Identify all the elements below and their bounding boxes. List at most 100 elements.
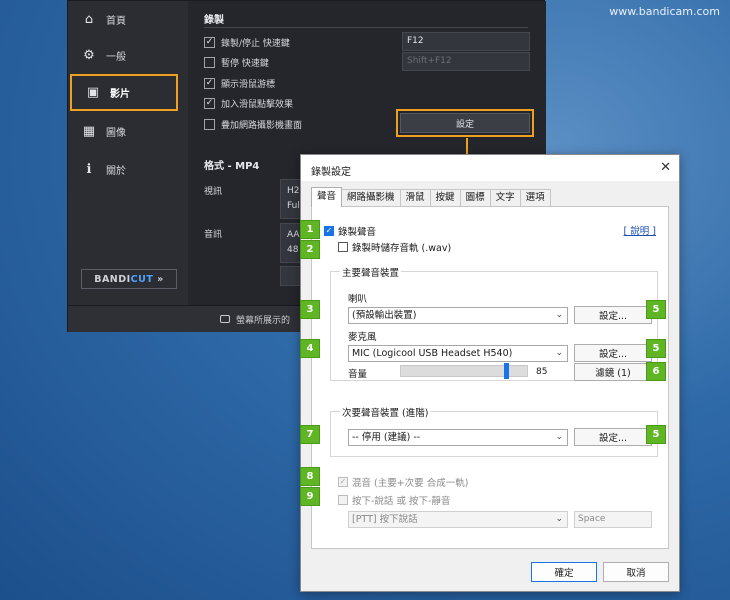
tab-audio[interactable]: 聲音 xyxy=(311,187,343,207)
primary-device-label: 主要聲音裝置 xyxy=(340,265,402,279)
tab-mouse[interactable]: 滑鼠 xyxy=(399,189,431,207)
checkbox[interactable] xyxy=(204,57,215,68)
home-icon: ⌂ xyxy=(84,11,94,27)
divider xyxy=(204,27,528,28)
sidebar-item-home[interactable]: ⌂ 首頁 xyxy=(68,1,180,37)
tab-options[interactable]: 選項 xyxy=(519,189,551,207)
sidebar-item-video[interactable]: ▣ 影片 xyxy=(70,74,178,111)
dialog-title: 錄製設定 xyxy=(311,167,351,178)
option-label: 加入滑鼠點擊效果 xyxy=(221,100,294,110)
option-label: 疊加網路攝影機畫面 xyxy=(221,121,303,131)
volume-slider-thumb[interactable] xyxy=(503,363,509,379)
chevron-down-icon: ⌄ xyxy=(555,514,563,524)
checkbox[interactable]: ✓ xyxy=(204,98,215,109)
record-section-title: 錄製 xyxy=(204,15,224,26)
sidebar-item-general[interactable]: ⚙ 一般 xyxy=(68,37,180,73)
ptt-hotkey-field[interactable]: Space xyxy=(574,511,652,528)
dialog-tabs: 聲音 網路攝影機 滑鼠 按鍵 圖標 文字 選項 xyxy=(311,187,551,207)
secondary-device-label: 次要聲音裝置 (進階) xyxy=(340,405,431,419)
audio-tab-panel: ✓ 錄製聲音 [ 說明 ] 錄製時儲存音軌 (.wav) 主要聲音裝置 喇叭 (… xyxy=(311,206,669,549)
option-label: 暫停 快速鍵 xyxy=(221,59,269,69)
pause-hotkey-field[interactable]: Shift+F12 xyxy=(402,52,530,71)
sidebar-item-about[interactable]: ℹ 關於 xyxy=(68,151,180,187)
ok-button[interactable]: 確定 xyxy=(531,562,597,582)
record-stop-hotkey-option[interactable]: ✓ 錄製/停止 快速鍵 xyxy=(204,36,290,49)
secondary-value: -- 停用 (建議) -- xyxy=(352,432,421,443)
sidebar-item-label: 關於 xyxy=(106,165,126,177)
tab-keys[interactable]: 按鍵 xyxy=(429,189,461,207)
help-link[interactable]: [ 說明 ] xyxy=(624,223,656,237)
checkbox[interactable]: ✓ xyxy=(204,37,215,48)
secondary-settings-button[interactable]: 設定... xyxy=(574,428,652,446)
mic-value: MIC (Logicool USB Headset H540) xyxy=(352,348,513,359)
record-hotkey-field[interactable]: F12 xyxy=(402,32,530,51)
volume-label: 音量 xyxy=(348,369,368,380)
badge-7: 7 xyxy=(300,425,320,444)
badge-5: 5 xyxy=(646,300,666,319)
sidebar-item-label: 影片 xyxy=(110,89,130,100)
tab-webcam[interactable]: 網路攝影機 xyxy=(341,189,401,207)
checkbox-checked[interactable]: ✓ xyxy=(324,226,334,236)
filter-button[interactable]: 濾鏡 (1) xyxy=(574,363,652,381)
sidebar-item-label: 圖像 xyxy=(106,127,126,139)
checkbox[interactable]: ✓ xyxy=(204,78,215,89)
checkbox[interactable] xyxy=(204,119,215,130)
bandicut-prefix: BANDI xyxy=(94,273,131,285)
footer-text: 螢幕所展示的 xyxy=(236,315,291,326)
chat-icon xyxy=(220,315,230,323)
mic-select[interactable]: MIC (Logicool USB Headset H540) ⌄ xyxy=(348,345,568,362)
webcam-overlay-option[interactable]: 疊加網路攝影機畫面 xyxy=(204,118,302,131)
badge-1: 1 xyxy=(300,220,320,239)
mic-settings-button[interactable]: 設定... xyxy=(574,344,652,362)
badge-2: 2 xyxy=(300,240,320,259)
chevron-down-icon: ⌄ xyxy=(555,348,563,358)
video-label: 視訊 xyxy=(204,187,223,197)
tab-text[interactable]: 文字 xyxy=(489,189,521,207)
record-audio-checkbox[interactable]: ✓ 錄製聲音 xyxy=(324,224,376,238)
pause-hotkey-option[interactable]: 暫停 快速鍵 xyxy=(204,56,269,69)
volume-value: 85 xyxy=(536,367,548,377)
ptt-checkbox[interactable]: 按下-說話 或 按下-靜音 xyxy=(338,493,450,507)
ptt-mode-select[interactable]: [PTT] 按下說話 ⌄ xyxy=(348,511,568,528)
sidebar-item-label: 首頁 xyxy=(106,15,126,27)
save-wav-checkbox[interactable]: 錄製時儲存音軌 (.wav) xyxy=(338,240,451,254)
speaker-settings-button[interactable]: 設定... xyxy=(574,306,652,324)
sidebar-item-label: 一般 xyxy=(106,51,126,63)
checkbox-label: 按下-說話 或 按下-靜音 xyxy=(352,496,451,507)
gear-icon: ⚙ xyxy=(83,47,95,63)
badge-4: 4 xyxy=(300,339,320,358)
sidebar-item-image[interactable]: ▦ 圖像 xyxy=(68,113,180,149)
cancel-button[interactable]: 取消 xyxy=(603,562,669,582)
mix-checkbox[interactable]: ✓ 混音 (主要+次要 合成一軌) xyxy=(338,475,468,489)
info-icon: ℹ xyxy=(86,161,92,177)
volume-slider[interactable] xyxy=(400,363,528,379)
click-effect-option[interactable]: ✓ 加入滑鼠點擊效果 xyxy=(204,97,293,110)
speaker-value: (預設輸出裝置) xyxy=(352,310,417,321)
secondary-device-select[interactable]: -- 停用 (建議) -- ⌄ xyxy=(348,429,568,446)
badge-8: 8 xyxy=(300,467,320,486)
badge-6: 6 xyxy=(646,362,666,381)
ptt-value: [PTT] 按下說話 xyxy=(352,514,418,525)
audio-label: 音訊 xyxy=(204,230,223,240)
image-icon: ▦ xyxy=(82,123,96,139)
checkbox-disabled[interactable] xyxy=(338,495,348,505)
record-settings-dialog: 錄製設定 ✕ 聲音 網路攝影機 滑鼠 按鍵 圖標 文字 選項 ✓ 錄製聲音 [ … xyxy=(300,154,680,592)
option-label: 顯示滑鼠游標 xyxy=(221,80,276,90)
bandicut-accent: CUT xyxy=(130,273,154,285)
speaker-select[interactable]: (預設輸出裝置) ⌄ xyxy=(348,307,568,324)
show-cursor-option[interactable]: ✓ 顯示滑鼠游標 xyxy=(204,77,275,90)
record-settings-button[interactable]: 設定 xyxy=(396,109,534,137)
chevron-down-icon: ⌄ xyxy=(555,310,563,320)
checkbox-unchecked[interactable] xyxy=(338,242,348,252)
badge-3: 3 xyxy=(300,300,320,319)
checkbox-disabled[interactable]: ✓ xyxy=(338,477,348,487)
chevron-down-icon: ⌄ xyxy=(555,432,563,442)
close-icon[interactable]: ✕ xyxy=(660,160,671,175)
option-label: 錄製/停止 快速鍵 xyxy=(221,39,290,49)
sidebar: ⌂ 首頁 ⚙ 一般 ▣ 影片 ▦ 圖像 ℹ 關於 BANDI CUT » xyxy=(68,1,188,305)
speaker-label: 喇叭 xyxy=(348,294,368,305)
video-settings-icon: ▣ xyxy=(86,85,100,100)
tab-logo[interactable]: 圖標 xyxy=(459,189,491,207)
bandicut-link[interactable]: BANDI CUT » xyxy=(81,269,177,289)
double-chevron-icon: » xyxy=(157,273,164,285)
